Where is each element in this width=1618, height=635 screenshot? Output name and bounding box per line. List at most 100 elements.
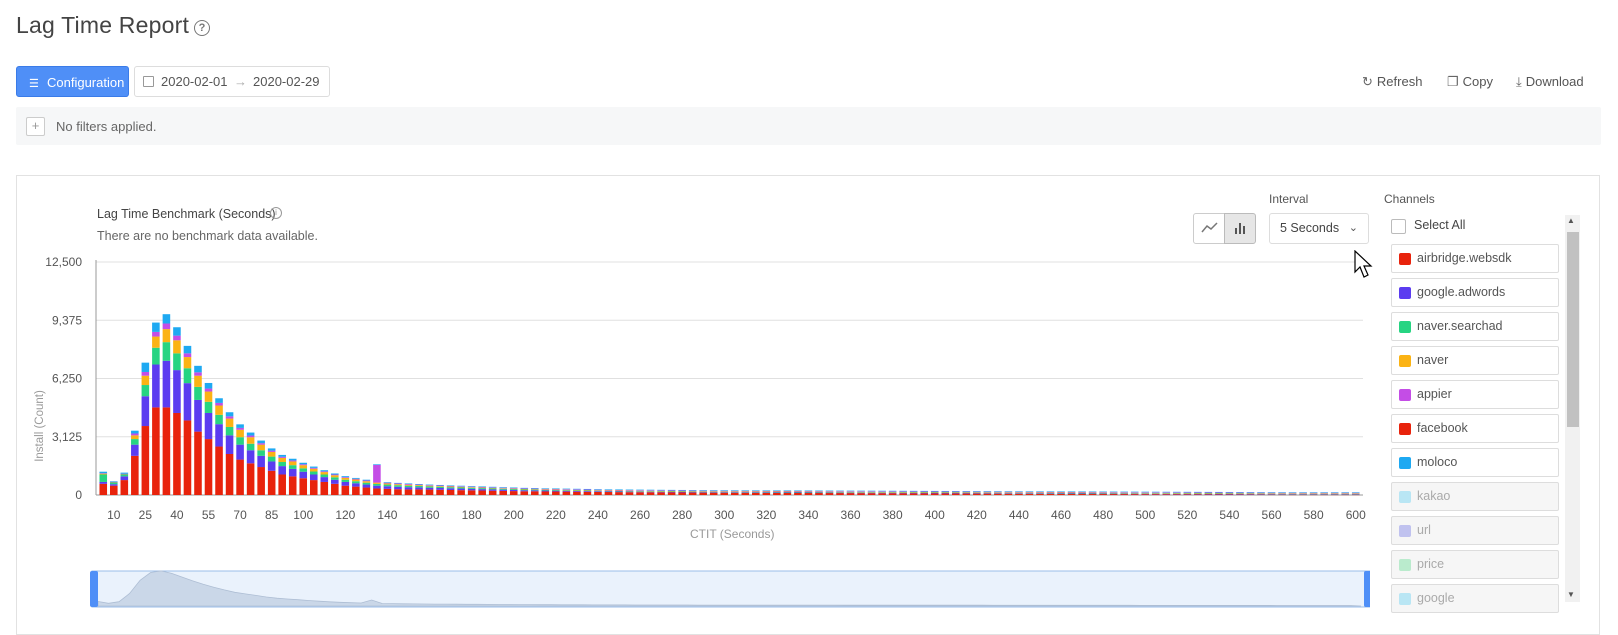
bar-segment bbox=[1120, 492, 1128, 494]
bar-segment bbox=[836, 490, 844, 492]
scroll-up-icon[interactable]: ▲ bbox=[1567, 216, 1575, 225]
bar-segment bbox=[1078, 493, 1086, 495]
bar-segment bbox=[215, 414, 223, 425]
channel-item[interactable]: url bbox=[1391, 516, 1559, 545]
bar-segment bbox=[415, 485, 423, 488]
bar-segment bbox=[804, 490, 813, 492]
bar-segment bbox=[478, 489, 486, 491]
bar-segment bbox=[446, 487, 455, 489]
bar-segment bbox=[667, 491, 676, 492]
bar-segment bbox=[1183, 491, 1192, 493]
bar-segment bbox=[688, 490, 697, 491]
bar-segment bbox=[836, 491, 844, 492]
mouse-cursor-icon bbox=[1354, 250, 1373, 278]
bar-segment bbox=[278, 462, 286, 467]
bar-segment bbox=[120, 474, 129, 477]
bar-segment bbox=[920, 490, 929, 492]
bar-segment bbox=[1257, 492, 1265, 493]
x-tick-label: 600 bbox=[1346, 508, 1366, 522]
bar-segment bbox=[1120, 492, 1128, 493]
bar-segment bbox=[730, 490, 739, 492]
bar-segment bbox=[467, 486, 476, 488]
bar-segment bbox=[394, 489, 402, 495]
bar-segment bbox=[573, 489, 581, 490]
x-tick-label: 480 bbox=[1093, 508, 1113, 522]
x-tick-label: 420 bbox=[967, 508, 987, 522]
bar-segment bbox=[141, 385, 150, 397]
bar-segment bbox=[815, 491, 823, 493]
bar-segment bbox=[194, 365, 202, 373]
channel-scrollbar-thumb[interactable] bbox=[1567, 232, 1579, 427]
bar-segment bbox=[1225, 492, 1234, 494]
channel-item[interactable]: appier bbox=[1391, 380, 1559, 409]
bar-segment bbox=[288, 460, 297, 462]
channel-item[interactable]: naver.searchad bbox=[1391, 312, 1559, 341]
copy-button[interactable]: ❐ Copy bbox=[1447, 74, 1493, 90]
bar-segment bbox=[1299, 492, 1307, 494]
bar-segment bbox=[1120, 494, 1128, 495]
bar-segment bbox=[752, 492, 760, 493]
x-tick-label: 120 bbox=[335, 508, 355, 522]
x-tick-label: 240 bbox=[588, 508, 608, 522]
bar-segment bbox=[1025, 491, 1034, 493]
bar-segment bbox=[941, 493, 950, 494]
bar-segment bbox=[225, 426, 234, 436]
bar-segment bbox=[1025, 492, 1034, 493]
channel-item[interactable]: price bbox=[1391, 550, 1559, 579]
x-tick-label: 100 bbox=[293, 508, 313, 522]
range-handle-left bbox=[90, 571, 98, 607]
bar-segment bbox=[983, 491, 992, 492]
bar-segment bbox=[1246, 492, 1255, 493]
refresh-button[interactable]: ↻ Refresh bbox=[1362, 74, 1422, 90]
bar-segment bbox=[815, 492, 823, 495]
x-tick-label: 40 bbox=[170, 508, 184, 522]
bar-segment bbox=[478, 486, 486, 488]
channel-color-swatch bbox=[1399, 559, 1411, 571]
bar-segment bbox=[604, 491, 613, 493]
x-tick-label: 560 bbox=[1262, 508, 1282, 522]
bar-segment bbox=[141, 371, 150, 376]
channel-item[interactable]: google bbox=[1391, 584, 1559, 613]
channel-item[interactable]: airbridge.websdk bbox=[1391, 244, 1559, 273]
bar-segment bbox=[509, 489, 518, 490]
channel-item[interactable]: google.adwords bbox=[1391, 278, 1559, 307]
select-all-checkbox[interactable]: Select All bbox=[1391, 213, 1559, 238]
scroll-down-icon[interactable]: ▼ bbox=[1567, 590, 1575, 599]
bar-segment bbox=[899, 490, 907, 492]
bar-segment bbox=[1088, 491, 1097, 493]
bar-segment bbox=[383, 484, 392, 487]
bar-segment bbox=[1141, 493, 1150, 495]
x-tick-label: 200 bbox=[504, 508, 524, 522]
channel-item[interactable]: kakao bbox=[1391, 482, 1559, 511]
bar-segment bbox=[1246, 492, 1255, 494]
bar-segment bbox=[1088, 493, 1097, 495]
bar-segment bbox=[604, 489, 613, 490]
bar-segment bbox=[762, 492, 771, 493]
bar-segment bbox=[867, 492, 876, 494]
bar-segment bbox=[667, 490, 676, 492]
channel-item[interactable]: moloco bbox=[1391, 448, 1559, 477]
bar-segment bbox=[899, 491, 907, 493]
bar-segment bbox=[257, 440, 265, 444]
bar-segment bbox=[309, 480, 318, 495]
channel-item[interactable]: naver bbox=[1391, 346, 1559, 375]
channel-item[interactable]: facebook bbox=[1391, 414, 1559, 443]
bar-segment bbox=[1015, 491, 1023, 493]
bar-segment bbox=[1036, 491, 1044, 492]
bar-segment bbox=[267, 451, 276, 457]
bar-segment bbox=[204, 391, 213, 402]
bar-segment bbox=[478, 488, 486, 490]
bar-segment bbox=[909, 492, 918, 494]
bar-segment bbox=[636, 490, 644, 491]
x-tick-label: 520 bbox=[1177, 508, 1197, 522]
x-tick-label: 320 bbox=[756, 508, 776, 522]
bar-segment bbox=[709, 492, 718, 495]
bar-segment bbox=[99, 474, 108, 482]
bar-segment bbox=[1015, 492, 1023, 493]
bar-segment bbox=[1015, 493, 1023, 494]
bar-segment bbox=[404, 487, 413, 490]
bar-segment bbox=[825, 491, 834, 492]
bar-segment bbox=[857, 492, 865, 494]
download-button[interactable]: ⤓ Download bbox=[1516, 74, 1584, 90]
bar-segment bbox=[994, 493, 1002, 494]
